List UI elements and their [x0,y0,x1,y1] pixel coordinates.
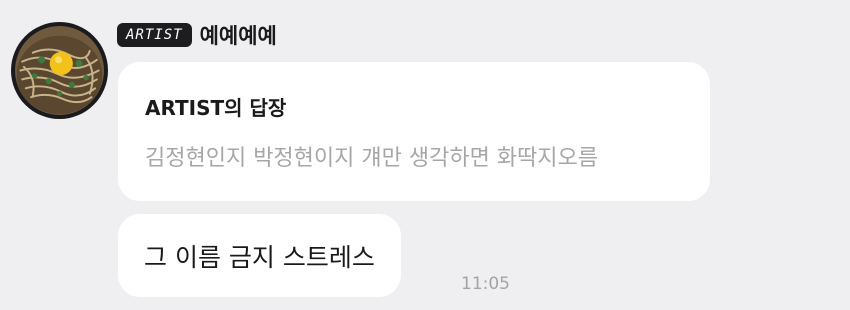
role-badge: ARTIST [117,23,192,47]
avatar-photo [15,26,104,115]
noodle-bowl-icon [15,26,104,115]
quoted-message: 김정현인지 박정현이지 걔만 생각하면 화딱지오름 [145,146,599,171]
sender-header: ARTIST 예예예예 [117,20,277,50]
reply-title: ARTIST의 답장 [145,96,287,120]
message-bubble[interactable]: 그 이름 금지 스트레스 [118,214,401,297]
sender-name[interactable]: 예예예예 [200,20,277,50]
sender-avatar[interactable] [11,22,108,119]
message-text: 그 이름 금지 스트레스 [144,242,375,272]
message-timestamp: 11:05 [461,274,510,294]
reply-quote-card[interactable]: ARTIST의 답장 김정현인지 박정현이지 걔만 생각하면 화딱지오름 [118,62,710,201]
